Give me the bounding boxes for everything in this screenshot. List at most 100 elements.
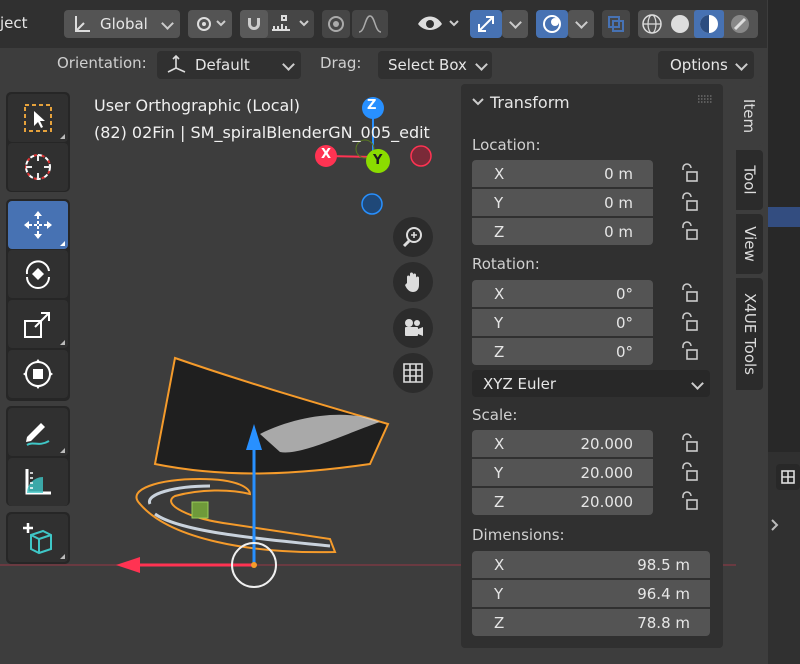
- orientation-axes-icon: [75, 16, 90, 32]
- orientation-default-icon: [167, 54, 186, 73]
- xray-icon: [608, 16, 624, 32]
- scale-tool[interactable]: [8, 300, 68, 348]
- scale-icon: [24, 312, 50, 338]
- properties-tab[interactable]: [776, 464, 800, 490]
- orientation-label: Orientation:: [57, 54, 147, 72]
- pivot-point-button[interactable]: [188, 10, 232, 38]
- measure-tool[interactable]: [8, 458, 68, 506]
- falloff-dropdown[interactable]: [352, 10, 388, 38]
- zoom-magnifier-icon: [402, 227, 422, 248]
- drag-dropdown[interactable]: Select Box: [378, 51, 492, 79]
- location-y-field[interactable]: Y0 m: [472, 189, 653, 216]
- scale-x-field[interactable]: X 20.000: [472, 430, 653, 457]
- orientation-dropdown[interactable]: Default: [157, 51, 301, 79]
- scale-y-field[interactable]: Y 20.000: [472, 459, 653, 486]
- dimensions-y-field[interactable]: Y 96.4 m: [472, 580, 710, 607]
- rotate-tool[interactable]: [8, 250, 68, 298]
- unlock-icon[interactable]: [679, 341, 699, 361]
- transform-orientation-dropdown[interactable]: Global: [64, 10, 180, 38]
- proportional-edit-icon: [328, 16, 344, 32]
- chevron-down-icon: [735, 58, 748, 71]
- snap-increment-icon: [272, 15, 309, 31]
- eye-icon: [418, 16, 459, 30]
- chevron-down-icon: [475, 58, 488, 71]
- xray-toggle-button[interactable]: [602, 10, 630, 38]
- unlock-icon[interactable]: [679, 312, 699, 332]
- rotation-y-field[interactable]: Y 0°: [472, 309, 653, 336]
- outliner-selected-row[interactable]: [768, 207, 800, 227]
- add-cube-icon: [23, 523, 52, 555]
- yz-plane-handle: [191, 501, 209, 519]
- move-arrows-icon: [24, 211, 52, 239]
- rotation-mode-dropdown[interactable]: XYZ Euler: [472, 370, 710, 397]
- gizmo-y-label: Y: [373, 153, 383, 168]
- menu-item-object[interactable]: ject: [0, 14, 28, 32]
- unlock-icon[interactable]: [679, 163, 699, 183]
- dimensions-z-field[interactable]: Z 78.8 m: [472, 609, 710, 636]
- unlock-icon[interactable]: [679, 221, 699, 241]
- wireframe-sphere-icon: [642, 14, 662, 34]
- rendered-shading-button[interactable]: [728, 12, 752, 36]
- wireframe-shading-button[interactable]: [640, 12, 664, 36]
- orientation-value: Default: [195, 56, 250, 74]
- solid-sphere-icon: [671, 15, 689, 33]
- transform-orientation-value: Global: [100, 15, 148, 33]
- pencil-icon: [26, 423, 50, 446]
- falloff-curve-icon: [358, 15, 382, 33]
- rotation-x-field[interactable]: X 0°: [472, 280, 653, 307]
- unlock-icon[interactable]: [679, 192, 699, 212]
- snap-toggle-button[interactable]: [240, 10, 268, 38]
- cursor-tool[interactable]: [8, 143, 68, 191]
- object-visibility-dropdown[interactable]: [416, 12, 462, 36]
- scale-z-field[interactable]: Z 20.000: [472, 488, 653, 515]
- chevron-right-icon[interactable]: [768, 516, 782, 534]
- chevron-down-icon: [574, 15, 588, 29]
- location-z-field[interactable]: Z0 m: [472, 218, 653, 245]
- gizmo-options-dropdown[interactable]: [502, 10, 528, 38]
- rotation-z-field[interactable]: Z 0°: [472, 338, 653, 365]
- drag-handle-icon[interactable]: [697, 94, 713, 104]
- gizmo-toggle-button[interactable]: [470, 10, 502, 38]
- add-cube-tool[interactable]: [8, 514, 68, 562]
- options-dropdown[interactable]: Options: [658, 51, 754, 79]
- pan-button[interactable]: [393, 262, 433, 302]
- dimensions-label: Dimensions:: [472, 526, 565, 544]
- unlock-icon[interactable]: [679, 283, 699, 303]
- dimensions-x-field[interactable]: X 98.5 m: [472, 551, 710, 578]
- transform-tool[interactable]: [8, 350, 68, 398]
- tool-settings-bar: Orientation: Default Drag: Select Box Op…: [0, 48, 767, 82]
- overlays-options-dropdown[interactable]: [568, 10, 594, 38]
- scale-label: Scale:: [472, 406, 518, 424]
- annotate-tool[interactable]: [8, 408, 68, 456]
- chevron-down-icon[interactable]: [471, 95, 485, 109]
- snap-target-dropdown[interactable]: [270, 12, 314, 36]
- camera-icon: [405, 319, 423, 336]
- unlock-icon[interactable]: [679, 433, 699, 453]
- location-x-field[interactable]: X0 m: [472, 160, 653, 187]
- ruler-icon: [25, 469, 51, 495]
- select-box-tool[interactable]: [8, 94, 68, 142]
- perspective-toggle-button[interactable]: [393, 353, 433, 393]
- tab-item[interactable]: Item: [736, 86, 763, 146]
- zoom-button[interactable]: [393, 217, 433, 257]
- unlock-icon[interactable]: [679, 491, 699, 511]
- transform-icon: [23, 359, 53, 389]
- tab-view[interactable]: View: [736, 214, 763, 274]
- gizmo-x-label: X: [321, 147, 332, 162]
- move-tool[interactable]: [8, 201, 68, 249]
- camera-view-button[interactable]: [393, 308, 433, 348]
- rotate-icon: [25, 260, 50, 289]
- options-label: Options: [670, 56, 728, 74]
- location-label: Location:: [472, 136, 541, 154]
- chevron-down-icon: [282, 58, 295, 71]
- overlays-toggle-button[interactable]: [536, 10, 568, 38]
- unlock-icon[interactable]: [679, 462, 699, 482]
- proportional-edit-button[interactable]: [322, 10, 350, 38]
- material-preview-shading-button[interactable]: [694, 10, 724, 38]
- solid-shading-button[interactable]: [668, 12, 692, 36]
- object-origin-dot: [251, 562, 257, 568]
- gizmo-arrows-icon: [478, 16, 494, 32]
- tab-x4ue-tools[interactable]: X4UE Tools: [736, 278, 763, 390]
- tab-tool[interactable]: Tool: [736, 150, 763, 210]
- chevron-down-icon: [508, 15, 522, 29]
